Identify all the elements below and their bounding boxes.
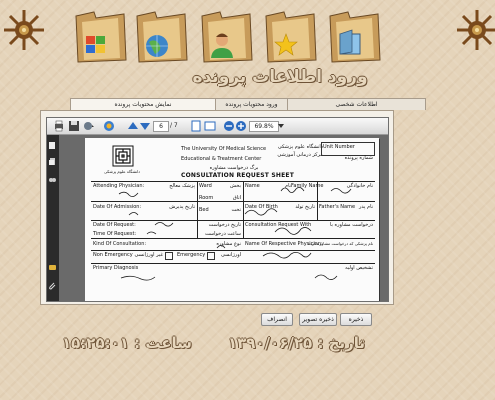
save-image-button[interactable]: ذخیره تصویر (299, 313, 337, 326)
user-folder-icon[interactable] (198, 6, 256, 66)
star-folder-icon[interactable] (262, 6, 320, 66)
date-label: تاریخ : (317, 334, 366, 352)
tab-personal-info[interactable]: اطلاعات شخصی (287, 98, 426, 110)
time-value: ۱۵:۲۵:۰۱ (62, 334, 129, 352)
handwriting (118, 187, 352, 281)
fit-width-icon[interactable] (204, 120, 216, 132)
globe-folder-icon[interactable] (133, 6, 191, 66)
pages-icon[interactable] (48, 141, 57, 150)
tab-bar: اطلاعات شخصی ورود محتویات پرونده نمایش م… (70, 98, 426, 111)
page-title: ورود اطلاعات پرونده (192, 67, 368, 87)
tab-enter-file-contents[interactable]: ورود محتویات پرونده (215, 98, 288, 110)
zoom-input[interactable]: 69.8% (249, 121, 279, 132)
find-icon[interactable] (48, 175, 57, 184)
zoom-dropdown-icon[interactable] (278, 120, 284, 132)
viewer-toolbar: 6 / 7 69.8% (47, 118, 388, 135)
date-value: ۱۳۹۰/۰۶/۲۵ (228, 334, 313, 352)
web-icon[interactable] (103, 120, 115, 132)
cancel-button[interactable]: انصراف (261, 313, 293, 326)
save-icon[interactable] (68, 120, 80, 132)
page-total: / 7 (170, 122, 178, 129)
attachments-icon[interactable] (48, 157, 57, 166)
comments-icon[interactable] (48, 263, 57, 272)
next-page-icon[interactable] (139, 120, 151, 132)
content-panel: 6 / 7 69.8% دانشگاه علوم پزشکی The Unive… (40, 110, 394, 305)
scanned-document: دانشگاه علوم پزشکی The University Of Med… (85, 138, 379, 301)
time-label: ساعت : (134, 334, 192, 352)
paperclip-icon[interactable] (48, 281, 57, 290)
time-display: ساعت : ۱۵:۲۵:۰۱ (62, 334, 192, 354)
document-area: دانشگاه علوم پزشکی The University Of Med… (59, 135, 388, 301)
pdf-viewer: 6 / 7 69.8% دانشگاه علوم پزشکی The Unive… (46, 117, 389, 302)
fit-page-icon[interactable] (190, 120, 202, 132)
date-display: تاریخ : ۱۳۹۰/۰۶/۲۵ (228, 334, 365, 354)
zoom-in-icon[interactable] (235, 120, 247, 132)
windows-logo-folder-icon[interactable] (72, 6, 130, 66)
zoom-out-icon[interactable] (223, 120, 235, 132)
page-number-input[interactable]: 6 (153, 121, 169, 132)
folder-nav (0, 6, 495, 66)
viewer-sidebar (47, 135, 59, 301)
previous-page-icon[interactable] (127, 120, 139, 132)
tools-icon[interactable] (83, 120, 95, 132)
save-button[interactable]: ذخیره (340, 313, 372, 326)
window-folder-icon[interactable] (326, 6, 384, 66)
print-icon[interactable] (53, 120, 65, 132)
